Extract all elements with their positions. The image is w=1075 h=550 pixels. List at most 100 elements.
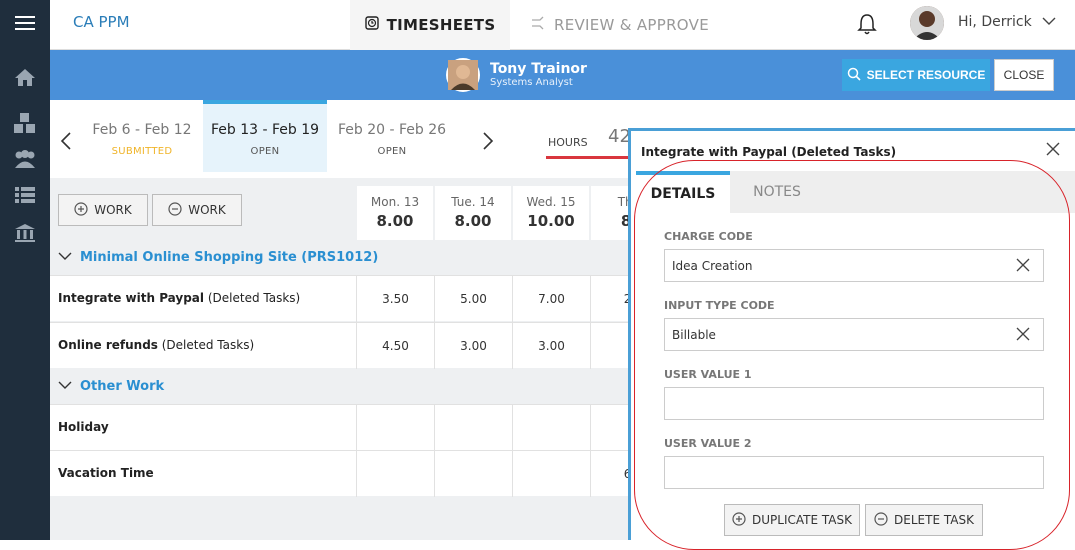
hour-cell[interactable] xyxy=(434,405,512,451)
delete-task-button[interactable]: DELETE TASK xyxy=(865,504,983,536)
field-value: Billable xyxy=(672,327,716,342)
button-label: WORK xyxy=(188,203,226,217)
period-status: OPEN xyxy=(250,146,280,157)
sidebar xyxy=(0,0,50,540)
hour-cell[interactable] xyxy=(512,451,590,497)
top-bar: CA PPM TIMESHEETS REVIEW & APPROVE Hi, D… xyxy=(50,0,1075,50)
duplicate-task-button[interactable]: DUPLICATE TASK xyxy=(724,504,860,536)
button-label: DUPLICATE TASK xyxy=(752,513,852,527)
field-value: Idea Creation xyxy=(672,258,753,273)
day-total: 8.00 xyxy=(376,212,414,230)
task-name: Vacation Time xyxy=(58,466,154,480)
tab-notes[interactable]: NOTES xyxy=(732,171,822,213)
day-total: 10.00 xyxy=(527,212,575,230)
field-label: USER VALUE 2 xyxy=(664,437,752,450)
day-header: Mon. 13 8.00 xyxy=(357,186,433,240)
cubes-icon[interactable] xyxy=(10,108,40,138)
hour-cell[interactable]: 5.00 xyxy=(434,276,512,322)
period-status: SUBMITTED xyxy=(111,146,173,157)
button-label: SELECT RESOURCE xyxy=(866,68,986,82)
tab-label: REVIEW & APPROVE xyxy=(554,16,709,34)
resource-band: Tony Trainor Systems Analyst SELECT RESO… xyxy=(50,50,1075,100)
tab-review-approve[interactable]: REVIEW & APPROVE xyxy=(530,0,709,50)
period-prev[interactable]: Feb 6 - Feb 12 SUBMITTED xyxy=(80,100,204,172)
task-detail-panel: Integrate with Paypal (Deleted Tasks) DE… xyxy=(628,128,1075,540)
list-icon[interactable] xyxy=(10,180,40,210)
period-status: OPEN xyxy=(377,146,407,157)
remove-work-button[interactable]: WORK xyxy=(152,194,242,226)
plus-circle-icon xyxy=(732,511,746,529)
add-work-button[interactable]: WORK xyxy=(58,194,148,226)
row-name: Integrate with Paypal (Deleted Tasks) xyxy=(58,291,300,305)
hour-cell[interactable] xyxy=(512,405,590,451)
select-resource-button[interactable]: SELECT RESOURCE xyxy=(842,59,990,91)
hour-cell[interactable]: 3.00 xyxy=(512,323,590,369)
user-value-1-field[interactable] xyxy=(664,387,1044,420)
clear-icon[interactable] xyxy=(1015,326,1031,345)
hour-cell[interactable]: 7.00 xyxy=(512,276,590,322)
charge-code-field[interactable]: Idea Creation xyxy=(664,249,1044,282)
user-menu[interactable]: Hi, Derrick xyxy=(958,14,1056,30)
resource-role: Systems Analyst xyxy=(490,77,573,88)
table-row[interactable]: Online refunds (Deleted Tasks) 4.50 3.00… xyxy=(50,322,630,369)
tab-label: TIMESHEETS xyxy=(386,16,496,34)
tab-details[interactable]: DETAILS xyxy=(636,171,730,213)
hamburger-icon[interactable] xyxy=(10,8,40,38)
clock-icon xyxy=(364,16,379,34)
home-icon[interactable] xyxy=(10,62,40,92)
chevron-right-icon[interactable] xyxy=(482,132,494,155)
people-icon[interactable] xyxy=(10,144,40,174)
brand-logo[interactable]: CA PPM xyxy=(73,13,130,31)
day-name: Wed. 15 xyxy=(526,195,576,209)
day-header: Wed. 15 10.00 xyxy=(513,186,589,240)
clear-icon[interactable] xyxy=(1015,257,1031,276)
task-name: Holiday xyxy=(58,420,109,434)
close-icon[interactable] xyxy=(1045,141,1061,162)
plus-circle-icon xyxy=(74,201,88,219)
hour-cell[interactable]: 4.50 xyxy=(356,323,434,369)
hour-cell[interactable] xyxy=(356,451,434,497)
bank-icon[interactable] xyxy=(10,218,40,248)
period-next[interactable]: Feb 20 - Feb 26 OPEN xyxy=(330,100,454,172)
task-name: Online refunds xyxy=(58,338,158,352)
group-header[interactable]: Minimal Online Shopping Site (PRS1012) xyxy=(50,240,630,274)
minus-circle-icon xyxy=(874,511,888,529)
chevron-down-icon xyxy=(1042,14,1056,30)
minus-circle-icon xyxy=(168,201,182,219)
day-name: Tue. 14 xyxy=(451,195,495,209)
review-icon xyxy=(530,16,546,34)
user-avatar[interactable] xyxy=(910,6,944,40)
bell-icon[interactable] xyxy=(856,12,878,40)
chevron-down-icon xyxy=(58,250,72,265)
panel-title: Integrate with Paypal (Deleted Tasks) xyxy=(641,145,897,159)
close-button[interactable]: CLOSE xyxy=(994,59,1054,91)
group-header[interactable]: Other Work xyxy=(50,369,630,403)
field-label: CHARGE CODE xyxy=(664,230,753,243)
period-dates: Feb 20 - Feb 26 xyxy=(337,122,447,138)
table-row[interactable]: Integrate with Paypal (Deleted Tasks) 3.… xyxy=(50,275,635,322)
row-name: Online refunds (Deleted Tasks) xyxy=(58,338,254,352)
table-row[interactable]: Vacation Time 6. xyxy=(50,450,635,497)
day-name: Mon. 13 xyxy=(370,195,420,209)
hours-label: HOURS xyxy=(548,136,588,149)
chevron-left-icon[interactable] xyxy=(60,132,72,155)
tab-timesheets[interactable]: TIMESHEETS xyxy=(350,0,510,50)
hour-cell[interactable] xyxy=(434,451,512,497)
chevron-down-icon xyxy=(58,379,72,394)
group-label: Minimal Online Shopping Site (PRS1012) xyxy=(80,249,379,265)
timesheet-grid: WORK WORK Mon. 13 8.00 Tue. 14 8.00 Wed. 1… xyxy=(50,178,667,540)
hour-cell[interactable]: 3.50 xyxy=(356,276,434,322)
user-value-2-field[interactable] xyxy=(664,456,1044,489)
hour-cell[interactable] xyxy=(356,405,434,451)
task-name: Integrate with Paypal xyxy=(58,291,205,305)
hour-cell[interactable]: 3.00 xyxy=(434,323,512,369)
period-dates: Feb 6 - Feb 12 xyxy=(92,122,192,138)
table-row[interactable]: Holiday xyxy=(50,404,630,451)
field-label: USER VALUE 1 xyxy=(664,368,752,381)
period-current[interactable]: Feb 13 - Feb 19 OPEN xyxy=(203,100,327,172)
day-total: 8.00 xyxy=(454,212,492,230)
field-label: INPUT TYPE CODE xyxy=(664,299,775,312)
input-type-code-field[interactable]: Billable xyxy=(664,318,1044,351)
button-label: WORK xyxy=(94,203,132,217)
row-name: Holiday xyxy=(58,420,109,434)
